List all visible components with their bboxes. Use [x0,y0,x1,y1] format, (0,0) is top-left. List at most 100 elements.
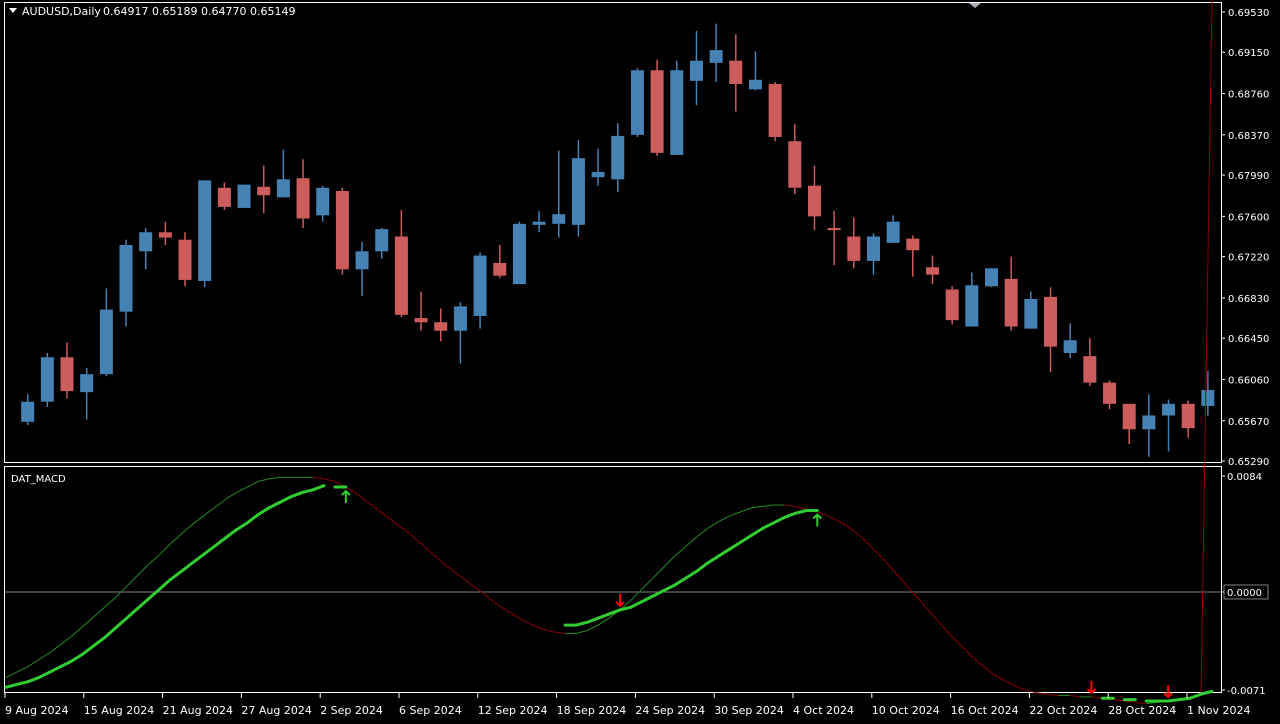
shift-marker-icon[interactable] [969,3,981,8]
signal-line-segment [236,486,248,494]
macd-line-segment [201,544,216,557]
signal-line-segment [740,507,752,513]
signal-line-segment [1091,696,1103,699]
candle [198,180,212,288]
indicator-axis: 0.0084 0.0000 -0.0071 [5,472,1269,697]
signal-line-segment [60,635,73,645]
candle [1024,291,1038,329]
candle [119,239,133,327]
candle [414,291,428,331]
candle [748,51,762,91]
candle [611,123,625,193]
candle [807,165,821,231]
candle [257,165,271,214]
price-tick-label: 0.65290 [1228,457,1269,468]
macd-line-segment [574,620,589,627]
candle-body [493,262,507,276]
price-tick-label: 0.67220 [1228,253,1269,264]
signal-line-segment [521,619,533,626]
signal-line-segment [1047,693,1059,697]
candle-body [60,357,74,392]
macd-line-segment [695,561,710,573]
signal-line-segment [367,501,380,511]
candle [847,217,861,269]
candle-body [139,232,153,252]
candle [316,185,330,222]
signal-line-segment [707,521,719,529]
candle [512,221,526,285]
candle-body [945,289,959,321]
signal-line-segment [586,624,599,632]
candle [1142,394,1156,457]
time-tick-label: 28 Oct 2024 [1108,704,1176,717]
price-pane-frame [4,2,1222,463]
candle [217,182,231,211]
macd-line-segment [300,488,315,495]
candle [1063,323,1077,359]
macd-line-segment [1199,689,1214,696]
candle [99,288,113,377]
signal-line-segment [82,616,95,627]
macd-line-segment [245,513,260,525]
macd-line-segment [684,569,699,580]
macd-line-segment [147,587,161,601]
candle-body [80,374,94,393]
candle [670,60,684,155]
time-tick-label: 16 Oct 2024 [951,704,1019,717]
candle-body [453,306,467,331]
candle [1044,287,1058,373]
macd-line-segment [136,597,151,611]
macd-line-segment [103,626,118,640]
sell-arrow-icon [1086,680,1097,695]
signal-line-segment [499,605,511,614]
candle [355,241,369,296]
macd-line-segment [311,484,326,492]
chart-canvas[interactable]: 0.69530 0.69150 0.68760 0.68370 0.67990 0.676… [0,0,1280,720]
candle [296,159,310,229]
signal-line-segment [838,521,851,529]
candle-body [906,238,920,251]
time-tick-label: 10 Oct 2024 [872,704,940,717]
macd-line-segment [739,533,754,544]
candle-body [1142,415,1156,430]
candle-body [1201,390,1215,406]
candle-body [473,255,487,316]
macd-line-segment [1177,696,1192,702]
signal-line-segment [192,515,204,525]
macd-line-segment [4,682,19,689]
signal-line-segment [422,544,434,556]
signal-line-segment [718,515,730,523]
candle [591,148,605,186]
macd-line-segment [81,644,96,656]
candle [139,228,153,270]
signal-line-segment [104,597,116,608]
signal-line-segment [663,555,676,568]
time-tick-label: 9 Aug 2024 [5,704,68,717]
macd-line-segment [771,515,786,525]
buy-arrow-icon [812,513,823,527]
signal-line-segment [948,633,961,645]
indicator-tick-label: 0.0000 [1227,588,1262,599]
candle [40,352,54,407]
candle-body [276,179,290,198]
candle [965,272,979,327]
symbol-dropdown-icon[interactable] [9,8,17,13]
candle-body [670,70,684,155]
signal-line-segment [696,528,708,538]
candle-body [1122,403,1136,430]
candle-body [611,135,625,180]
candle-body [827,228,841,231]
signal-line-segment [937,620,950,634]
candle [532,211,546,233]
candle-body [257,186,271,196]
signal-line-segment [828,515,840,523]
macd-line-segment [179,561,194,573]
candle [237,184,251,208]
mt4-chart-window[interactable]: 0.69530 0.69150 0.68760 0.68370 0.67990 0.676… [0,0,1280,720]
signal-line-segment [181,523,193,535]
macd-line-segment [673,576,688,587]
candle-body [1162,403,1176,416]
macd-series [4,0,1214,705]
signal-line-segment [444,563,456,574]
time-tick-label: 12 Sep 2024 [478,704,548,717]
